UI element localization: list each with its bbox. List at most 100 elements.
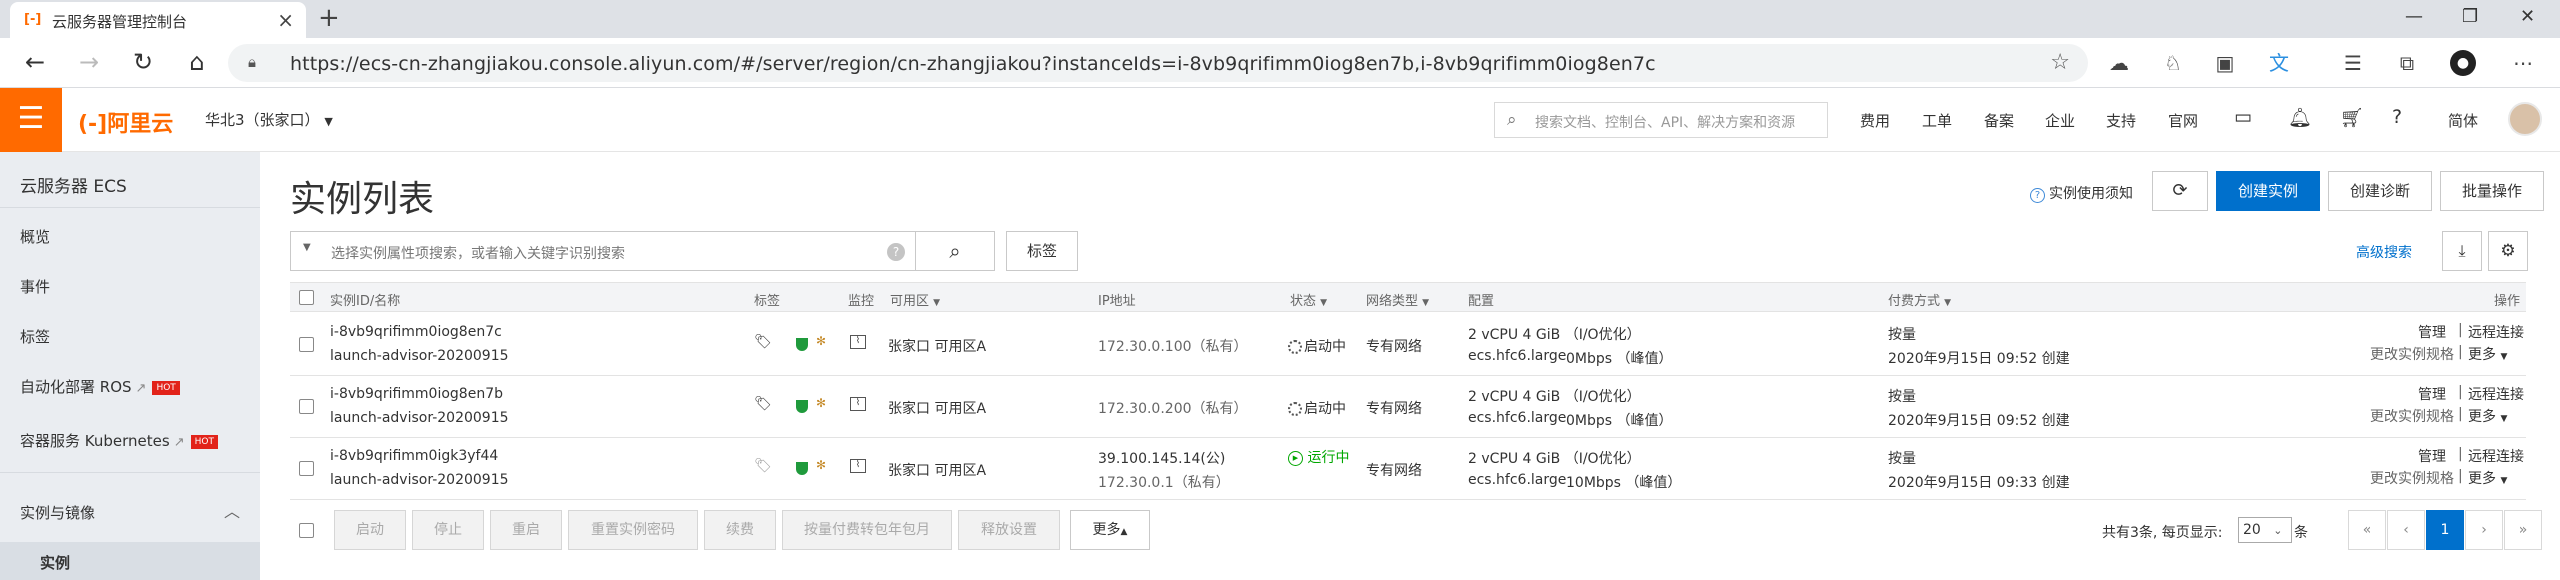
settings-gear-icon[interactable]: ⚙ [2488,231,2528,271]
sidebar-item-tags[interactable]: 标签 [20,326,50,347]
favorite-star-icon[interactable]: ☆ [2050,50,2070,75]
nav-support[interactable]: 支持 [2106,110,2136,131]
first-page-button[interactable]: « [2348,510,2386,550]
manage-link[interactable]: 管理 [2418,446,2446,466]
terminal-icon[interactable]: ▭ [2234,106,2252,128]
extension-icon[interactable]: ♘ [2160,50,2186,76]
nav-official-site[interactable]: 官网 [2168,110,2198,131]
instance-id-link[interactable]: i-8vb9qrifimm0igk3yf44 [330,448,498,464]
minimize-icon[interactable]: — [2405,6,2423,27]
nav-fees[interactable]: 费用 [1860,110,1890,131]
region-selector[interactable]: 华北3（张家口） ▼ [205,109,333,130]
page-number-button[interactable]: 1 [2426,510,2464,550]
export-icon[interactable]: ⤓ [2442,231,2482,271]
new-tab-icon[interactable]: + [318,3,340,33]
manage-link[interactable]: 管理 [2418,384,2446,404]
language-switch[interactable]: 简体 [2448,110,2478,131]
bell-icon[interactable]: 🔔︎ [2288,106,2312,129]
extension-icon[interactable]: ▣ [2212,50,2238,76]
url-field[interactable]: 🔒︎ https://ecs-cn-zhangjiakou.console.al… [228,44,2088,82]
nav-icp[interactable]: 备案 [1984,110,2014,131]
sidebar-group-instances-images[interactable]: 实例与镜像 [20,502,95,523]
select-all-checkbox[interactable] [299,523,314,538]
stop-button[interactable]: 停止 [412,510,484,550]
change-spec-link[interactable]: 更改实例规格 [2370,406,2454,426]
aliyun-logo[interactable]: (-]阿里云 [78,106,173,138]
app-icon[interactable]: ✻ [816,396,826,410]
collections-icon[interactable]: ⧉ [2394,50,2420,76]
tag-icon[interactable]: 🏷︎ [754,396,772,412]
instance-id-link[interactable]: i-8vb9qrifimm0iog8en7b [330,386,503,402]
security-shield-icon[interactable] [796,460,808,476]
remote-connect-link[interactable]: 远程连接 [2468,384,2524,404]
more-dropdown[interactable]: 更多 ▼ [2468,406,2507,426]
instance-type-link[interactable]: ecs.hfc6.large [1468,348,1566,364]
row-checkbox[interactable] [299,461,314,476]
col-billing[interactable]: 付费方式 ▼ [1888,290,1951,309]
security-shield-icon[interactable] [796,398,808,414]
app-icon[interactable]: ✻ [816,334,826,348]
nav-tickets[interactable]: 工单 [1922,110,1952,131]
remote-connect-link[interactable]: 远程连接 [2468,446,2524,466]
more-icon[interactable]: ⋯ [2510,50,2536,76]
favorites-icon[interactable]: ☰ [2340,50,2366,76]
instance-filter-input[interactable]: ▼ 选择实例属性项搜索，或者输入关键字识别搜索 ? [290,231,916,271]
remote-connect-link[interactable]: 远程连接 [2468,322,2524,342]
page-size-select[interactable]: 20 ⌄ [2238,517,2292,543]
restart-button[interactable]: 重启 [490,510,562,550]
renew-button[interactable]: 续费 [704,510,776,550]
restore-icon[interactable]: ❐ [2462,6,2478,27]
more-actions-button[interactable]: 更多▲ [1070,510,1150,550]
home-icon[interactable]: ⌂ [182,48,212,76]
forward-icon[interactable]: → [74,48,104,76]
global-search-input[interactable]: ⌕ 搜索文档、控制台、API、解决方案和资源 [1494,102,1828,138]
prev-page-button[interactable]: ‹ [2387,510,2425,550]
monitor-chart-icon[interactable]: ⌇ [850,334,866,350]
nav-enterprise[interactable]: 企业 [2045,110,2075,131]
reset-password-button[interactable]: 重置实例密码 [568,510,698,550]
last-page-button[interactable]: » [2504,510,2542,550]
sidebar-item-kubernetes[interactable]: 容器服务 Kubernetes ↗ HOT [20,430,218,451]
release-settings-button[interactable]: 释放设置 [958,510,1060,550]
chevron-up-icon[interactable]: ︿ [224,498,240,522]
cart-icon[interactable]: 🛒︎ [2340,106,2364,129]
start-button[interactable]: 启动 [334,510,406,550]
usage-notice-link[interactable]: ? 实例使用须知 [2030,183,2133,203]
advanced-search-link[interactable]: 高级搜索 [2356,242,2412,262]
batch-operations-button[interactable]: 批量操作 [2440,171,2544,211]
change-spec-link[interactable]: 更改实例规格 [2370,468,2454,488]
row-checkbox[interactable] [299,337,314,352]
select-all-checkbox[interactable] [299,290,314,305]
sidebar-item-overview[interactable]: 概览 [20,226,50,247]
monitor-chart-icon[interactable]: ⌇ [850,396,866,412]
create-instance-button[interactable]: 创建实例 [2216,171,2320,211]
tag-filter-button[interactable]: 标签 [1006,231,1078,271]
sidebar-item-ros[interactable]: 自动化部署 ROS ↗ HOT [20,376,180,397]
menu-icon[interactable]: ☰ [0,88,62,152]
browser-tab[interactable]: [-] 云服务器管理控制台 × [10,2,306,38]
col-zone[interactable]: 可用区 ▼ [890,290,940,309]
more-dropdown[interactable]: 更多 ▼ [2468,468,2507,488]
sidebar-item-instances[interactable]: 实例 [0,542,260,580]
avatar[interactable] [2508,102,2542,136]
convert-billing-button[interactable]: 按量付费转包年包月 [782,510,952,550]
next-page-button[interactable]: › [2465,510,2503,550]
close-tab-icon[interactable]: × [277,8,294,32]
refresh-icon[interactable]: ↻ [128,48,158,76]
instance-id-link[interactable]: i-8vb9qrifimm0iog8en7c [330,324,502,340]
more-dropdown[interactable]: 更多 ▼ [2468,344,2507,364]
row-checkbox[interactable] [299,399,314,414]
change-spec-link[interactable]: 更改实例规格 [2370,344,2454,364]
help-icon[interactable]: ? [2392,106,2402,128]
app-icon[interactable]: ✻ [816,458,826,472]
refresh-button[interactable]: ⟳ [2152,171,2208,211]
instance-type-link[interactable]: ecs.hfc6.large [1468,410,1566,426]
create-diagnosis-button[interactable]: 创建诊断 [2328,171,2432,211]
search-button[interactable]: ⌕ [915,231,995,271]
translate-icon[interactable]: 文 [2266,50,2292,76]
sidebar-item-events[interactable]: 事件 [20,276,50,297]
col-network[interactable]: 网络类型 ▼ [1366,290,1429,309]
tag-icon[interactable]: 🏷︎ [754,458,772,474]
monitor-chart-icon[interactable]: ⌇ [850,458,866,474]
profile-icon[interactable]: ● [2450,50,2476,76]
